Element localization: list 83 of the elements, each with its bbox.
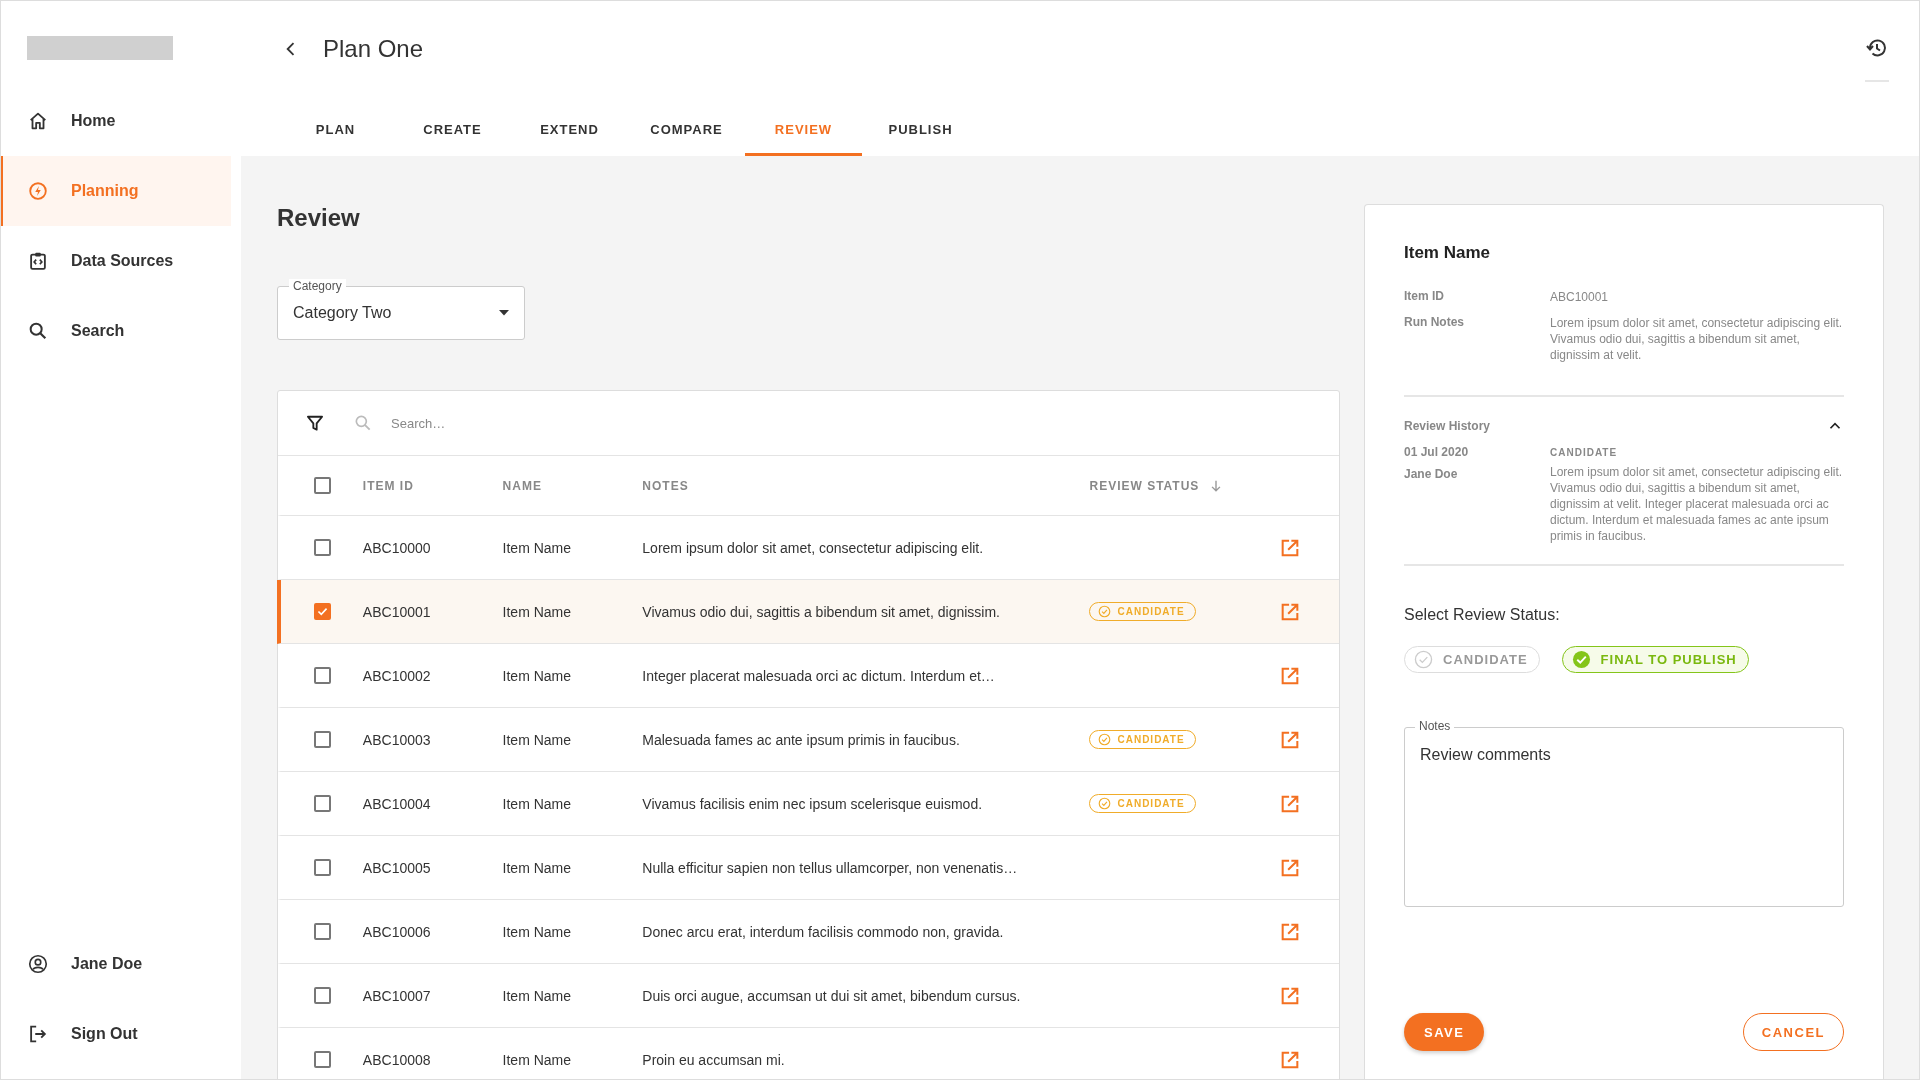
status-prompt: Select Review Status:	[1404, 606, 1561, 624]
table-cell: ABC10000	[362, 539, 431, 556]
table-cell: Item Name	[502, 539, 572, 556]
column-header[interactable]: ITEM ID	[362, 478, 414, 493]
row-checkbox[interactable]	[314, 795, 332, 812]
tab[interactable]: PLAN	[277, 102, 394, 156]
table-cell: Duis orci augue, accumsan ut dui sit amet, bibendum cursus.	[642, 987, 1021, 1004]
table-cell: Item Name	[502, 859, 572, 876]
select-all-checkbox[interactable]	[314, 477, 332, 494]
table-cell: Vivamus facilisis enim nec ipsum scelerisque euismod.	[642, 795, 983, 812]
code-clipboard-icon	[27, 250, 49, 272]
sidebar-item[interactable]: Search	[1, 296, 231, 366]
column-header[interactable]: NOTES	[642, 478, 689, 493]
field-value: Lorem ipsum dolor sit amet, consectetur adipiscing elit. Vivamus odio dui, sagittis a bibendum sit amet, dignissim at velit.	[1550, 315, 1844, 363]
table-cell: Nulla efficitur sapien non tellus ullamcorper, non venenatis…	[642, 859, 1018, 876]
sidebar-item[interactable]: Data Sources	[1, 226, 231, 296]
table-cell: Proin eu accumsan mi.	[642, 1051, 785, 1068]
table-cell: ABC10003	[362, 731, 431, 748]
sign-out-icon	[27, 1023, 49, 1045]
history-date: 01 Jul 2020	[1404, 445, 1470, 459]
row-checkbox[interactable]	[314, 1051, 332, 1068]
table-cell: ABC10004	[362, 795, 431, 812]
table-cell: Item Name	[502, 731, 572, 748]
user-icon	[27, 953, 49, 975]
search-icon	[27, 320, 49, 342]
history-author: Jane Doe	[1404, 467, 1459, 481]
search-icon	[353, 413, 373, 433]
filter-icon	[305, 413, 325, 433]
table-cell: Integer placerat malesuada orci ac dictum. Interdum et…	[642, 667, 995, 684]
sidebar-item[interactable]: Jane Doe	[1, 929, 231, 999]
row-checkbox[interactable]	[314, 603, 332, 620]
item-title: Item Name	[1404, 243, 1491, 263]
table-cell: ABC10005	[362, 859, 431, 876]
table-row[interactable]: ABC10006 Item Name Donec arcu erat, interdum facilisis commodo non, gravida.	[277, 900, 1339, 964]
tab[interactable]: EXTEND	[511, 102, 628, 156]
column-header[interactable]: REVIEW STATUS	[1089, 478, 1200, 493]
page-title: Plan One	[323, 35, 424, 63]
row-checkbox[interactable]	[314, 539, 332, 556]
table-row[interactable]: ABC10008 Item Name Proin eu accumsan mi.	[277, 1028, 1339, 1079]
table-cell: Item Name	[502, 795, 572, 812]
history-comment: Lorem ipsum dolor sit amet, consectetur adipiscing elit. Vivamus odio dui, sagittis a bibendum sit amet, dignissim at velit. Integer placerat malesuada orci ac dictum. Interdum et malesuada fames ac ante ipsum primis in faucibus.	[1550, 464, 1844, 544]
tab[interactable]: COMPARE	[628, 102, 745, 156]
table-row[interactable]: ABC10007 Item Name Duis orci augue, accumsan ut dui sit amet, bibendum cursus.	[277, 964, 1339, 1028]
field-label: Run Notes	[1404, 315, 1465, 331]
history-status: CANDIDATE	[1550, 446, 1619, 458]
row-checkbox[interactable]	[314, 731, 332, 748]
table-cell: Item Name	[502, 987, 572, 1004]
table-cell: ABC10006	[362, 923, 431, 940]
table-cell: Donec arcu erat, interdum facilisis commodo non, gravida.	[642, 923, 1004, 940]
table-cell: ABC10002	[362, 667, 431, 684]
sidebar-item[interactable]: Home	[1, 86, 231, 156]
table-cell: Item Name	[502, 1051, 572, 1068]
table-cell: ABC10001	[362, 603, 431, 620]
table-cell: Item Name	[502, 603, 572, 620]
check-circle-icon	[1571, 650, 1591, 669]
table-row[interactable]: ABC10001 Item Name Vivamus odio dui, sagittis a bibendum sit amet, dignissim. CANDIDATE	[277, 580, 1339, 644]
column-header[interactable]: NAME	[502, 478, 542, 493]
table-row[interactable]: ABC10003 Item Name Malesuada fames ac ante ipsum primis in faucibus. CANDIDATE	[277, 708, 1339, 772]
row-checkbox[interactable]	[314, 667, 332, 684]
table-cell: ABC10007	[362, 987, 431, 1004]
table-cell: Malesuada fames ac ante ipsum primis in faucibus.	[642, 731, 960, 748]
caret-icon	[499, 310, 509, 316]
table-cell: ABC10008	[362, 1051, 431, 1068]
row-checkbox[interactable]	[314, 987, 332, 1004]
table-cell: Item Name	[502, 667, 572, 684]
table-row[interactable]: ABC10002 Item Name Integer placerat malesuada orci ac dictum. Interdum et…	[277, 644, 1339, 708]
sidebar-item[interactable]: Sign Out	[1, 999, 231, 1069]
tab[interactable]: CREATE	[394, 102, 511, 156]
home-icon	[27, 110, 49, 132]
row-checkbox[interactable]	[314, 923, 332, 940]
field-label: Item ID	[1404, 289, 1445, 305]
table-row[interactable]: ABC10004 Item Name Vivamus facilisis enim nec ipsum scelerisque euismod. CANDIDATE	[277, 772, 1339, 836]
history-title: Review History	[1404, 419, 1491, 433]
table-cell: Item Name	[502, 923, 572, 940]
table-cell: Lorem ipsum dolor sit amet, consectetur adipiscing elit.	[642, 539, 984, 556]
check-circle-icon	[1414, 650, 1433, 669]
table-cell: Vivamus odio dui, sagittis a bibendum sit amet, dignissim.	[642, 603, 1000, 620]
bolt-circle-icon	[27, 180, 49, 202]
section-title: Review	[277, 204, 361, 232]
table-row[interactable]: ABC10005 Item Name Nulla efficitur sapien non tellus ullamcorper, non venenatis…	[277, 836, 1339, 900]
field-value: ABC10001	[1550, 289, 1610, 305]
row-checkbox[interactable]	[314, 859, 332, 876]
tab[interactable]: PUBLISH	[862, 102, 979, 156]
